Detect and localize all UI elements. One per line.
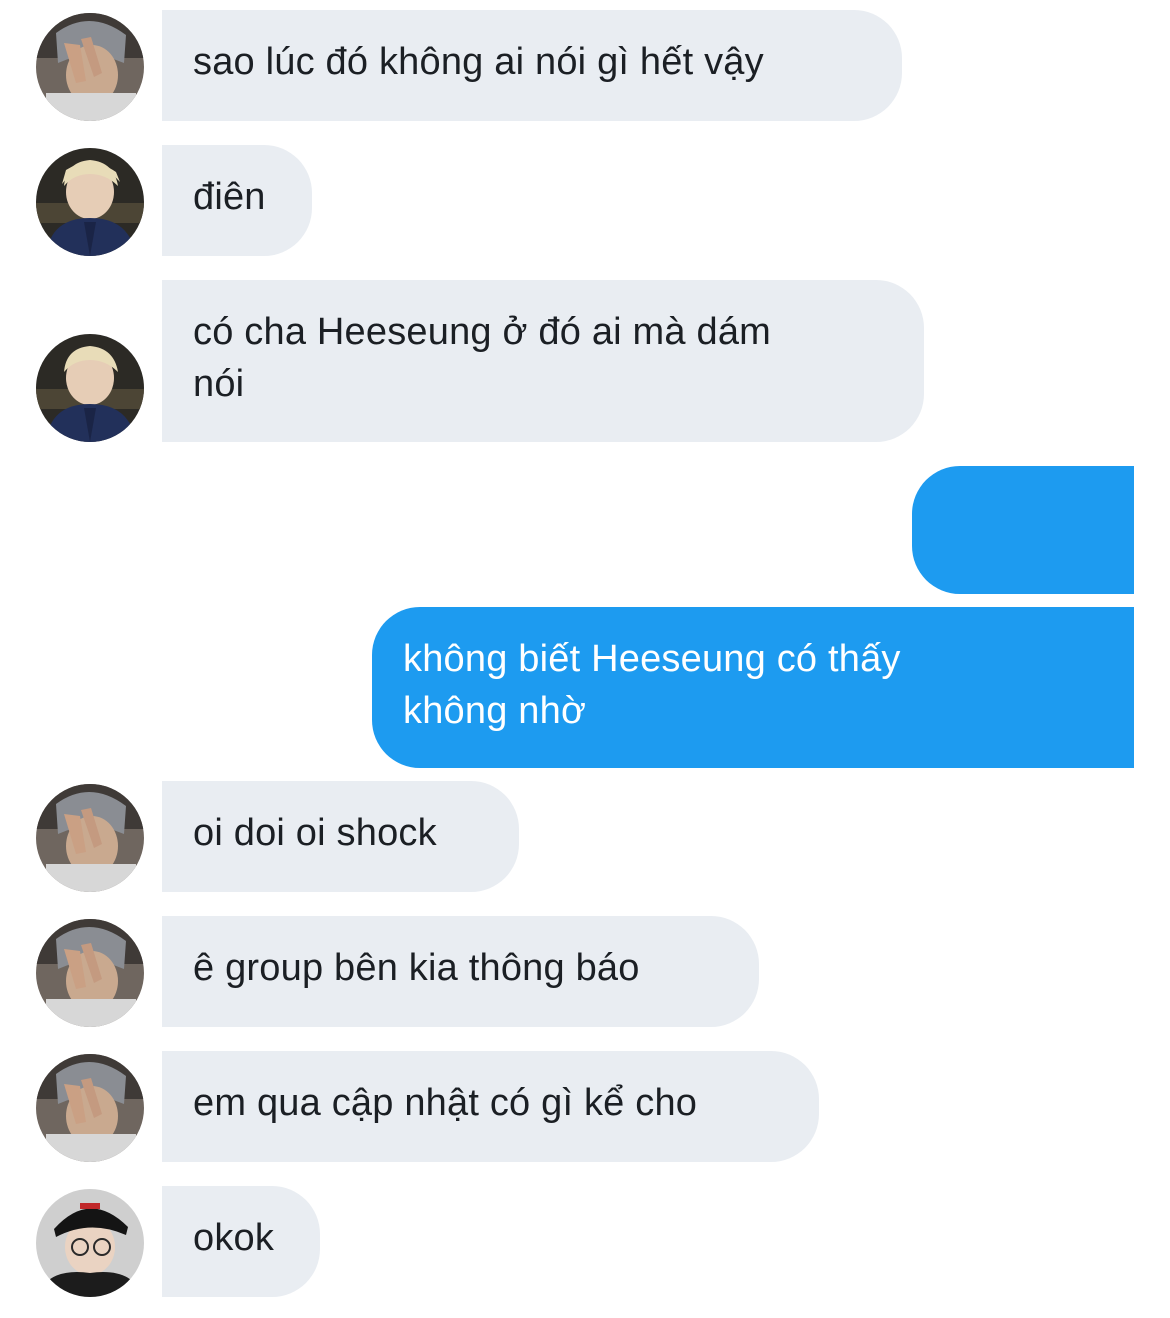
avatar-blond-hair-navy-jacket[interactable]: [36, 334, 144, 442]
avatar-gray-hair-peace-sign[interactable]: [36, 784, 144, 892]
avatar-gray-hair-peace-sign[interactable]: [36, 1054, 144, 1162]
incoming-message-bubble[interactable]: ê group bên kia thông báo: [162, 916, 759, 1027]
incoming-message-bubble[interactable]: có cha Heeseung ở đó ai mà dám nói: [162, 280, 924, 442]
incoming-message-bubble[interactable]: sao lúc đó không ai nói gì hết vậy: [162, 10, 902, 121]
avatar-gray-hair-peace-sign[interactable]: [36, 13, 144, 121]
avatar-gray-hair-peace-sign[interactable]: [36, 919, 144, 1027]
incoming-message-bubble[interactable]: okok: [162, 1186, 320, 1297]
outgoing-message-bubble[interactable]: 😌 😌 😌: [912, 466, 1134, 715]
avatar-blond-hair-navy-jacket[interactable]: [36, 148, 144, 256]
incoming-message-bubble[interactable]: oi doi oi shock: [162, 781, 519, 892]
outgoing-message-bubble[interactable]: không biết Heeseung có thấy không nhờ: [372, 607, 1134, 768]
chat-thread: sao lúc đó không ai nói gì hết vậy điên …: [0, 0, 1170, 1318]
avatar-black-cap-glasses[interactable]: [36, 1189, 144, 1297]
incoming-message-bubble[interactable]: em qua cập nhật có gì kể cho: [162, 1051, 819, 1162]
incoming-message-bubble[interactable]: điên: [162, 145, 312, 256]
